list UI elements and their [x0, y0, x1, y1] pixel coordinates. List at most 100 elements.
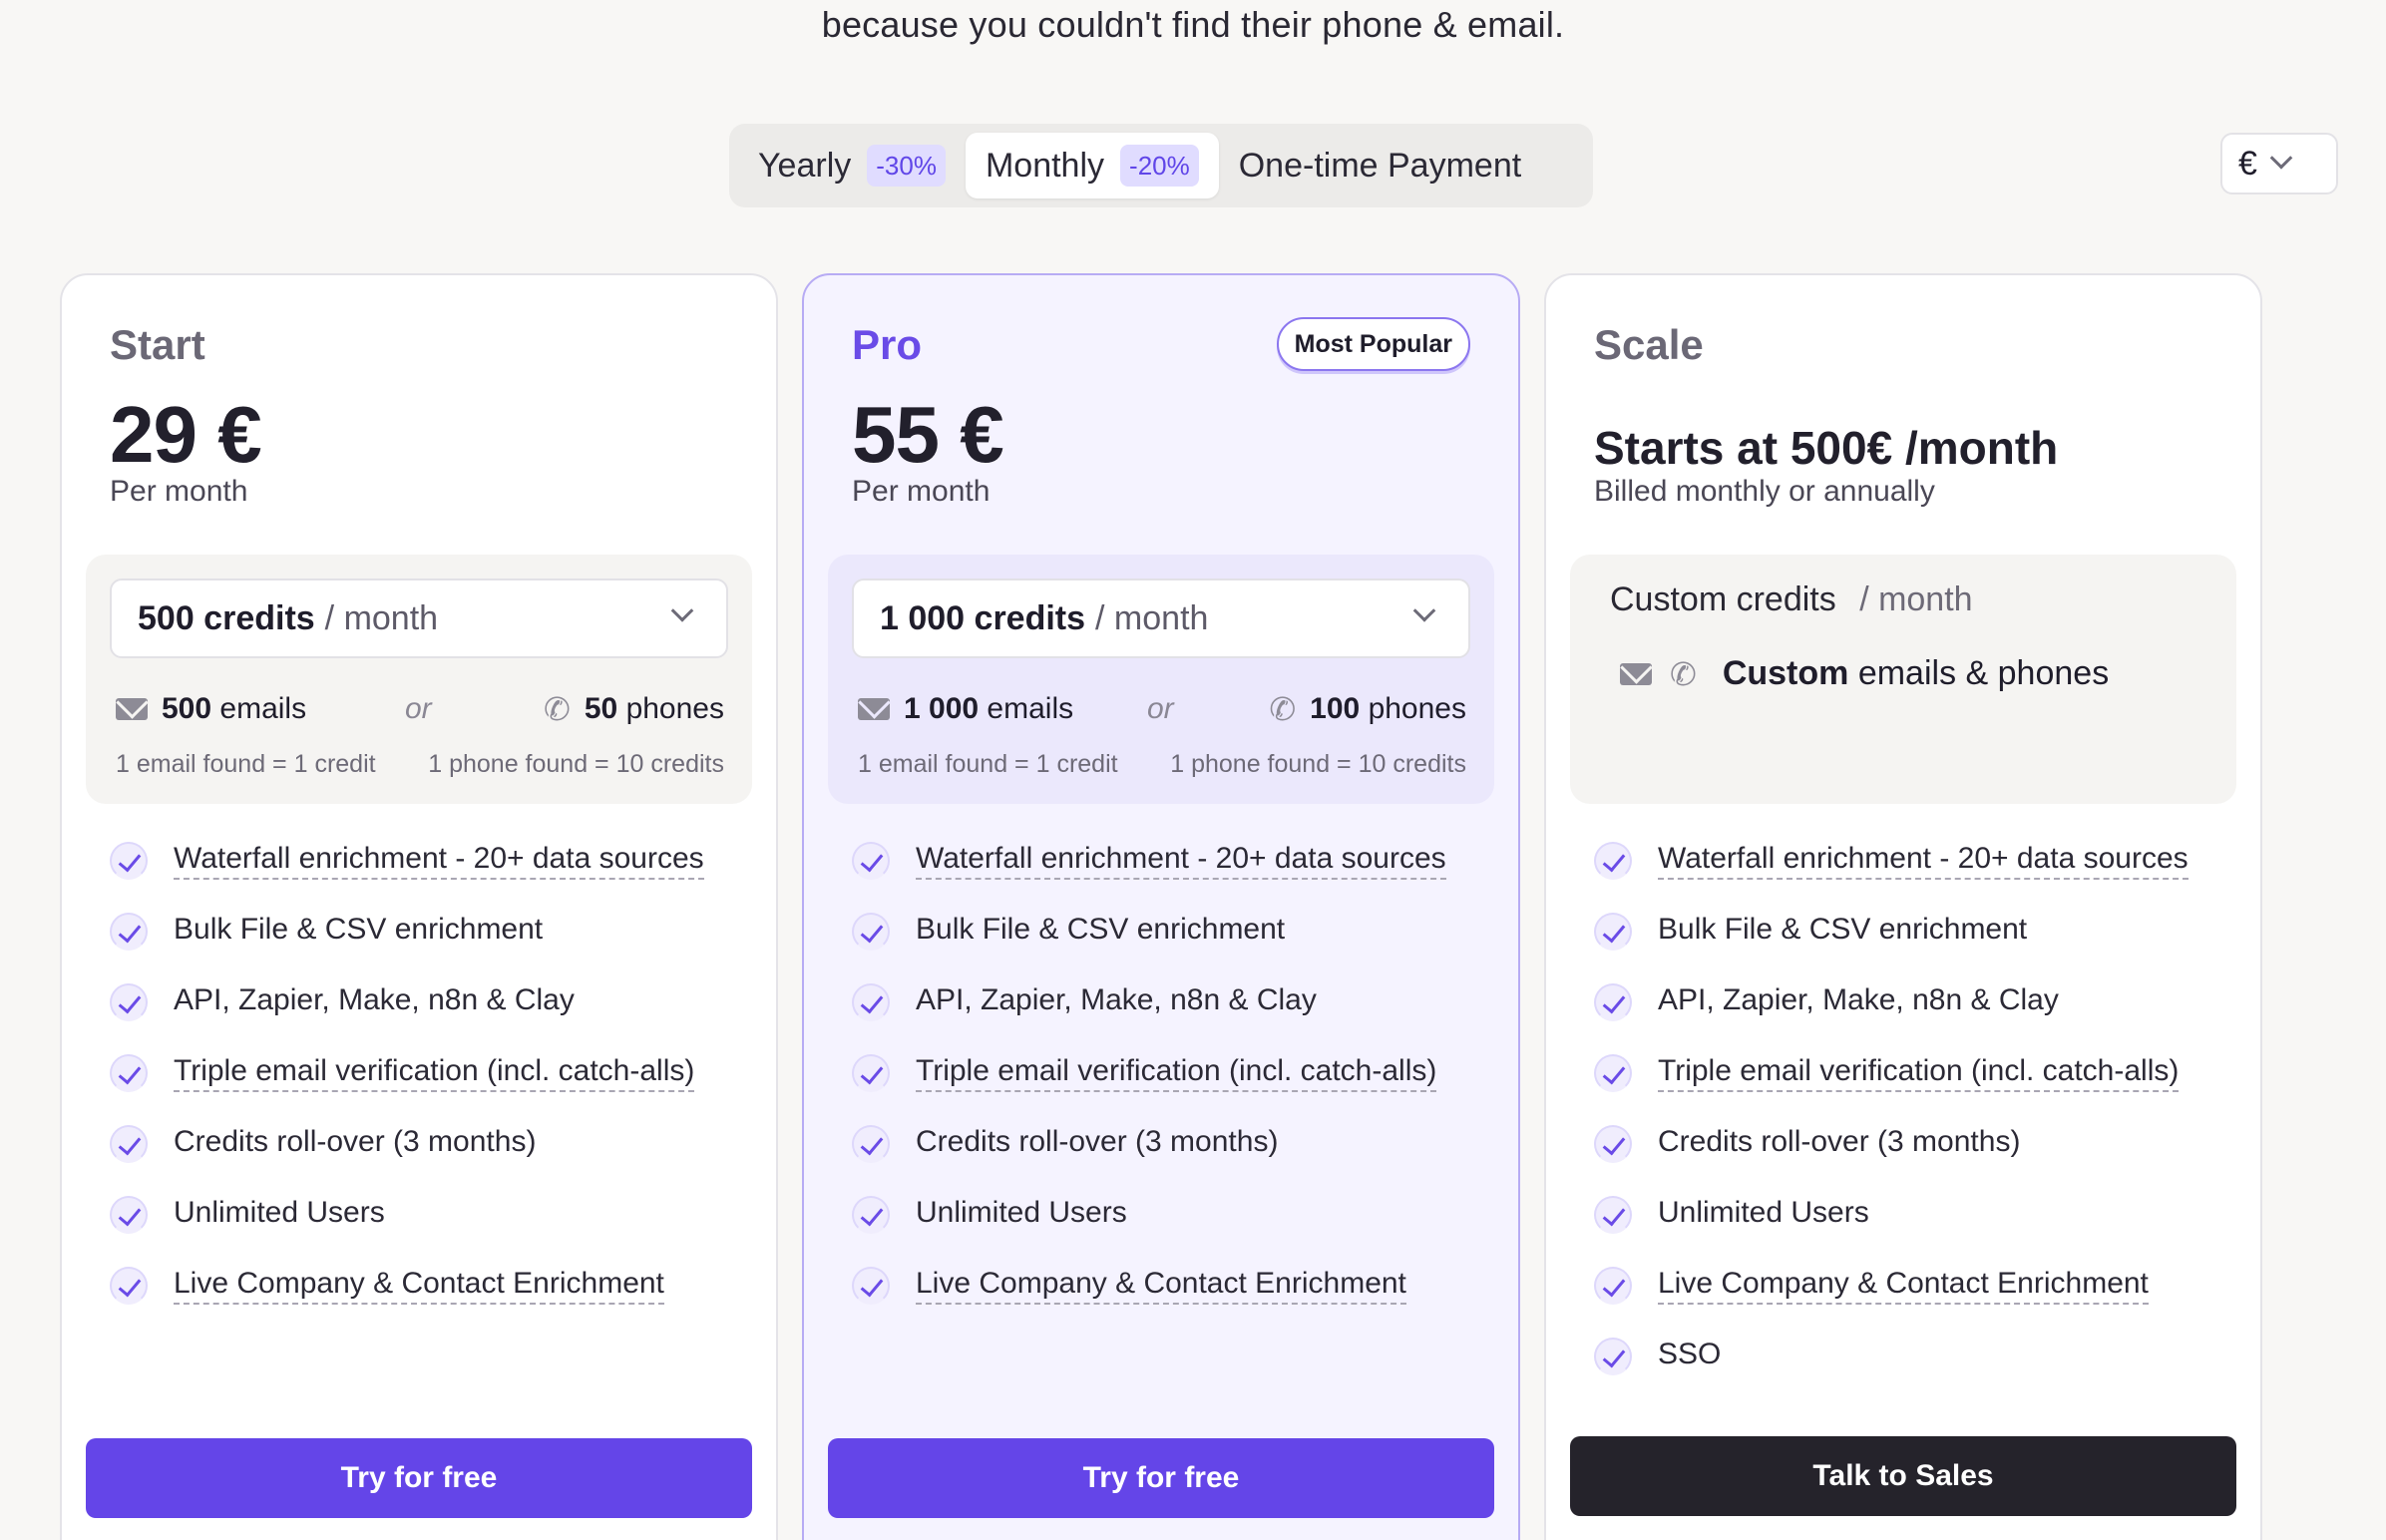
plan-period: Per month — [110, 475, 248, 508]
phone-icon: ✆ — [1670, 655, 1697, 692]
or-separator: or — [405, 692, 432, 725]
try-for-free-button[interactable]: Try for free — [828, 1438, 1494, 1518]
check-icon — [852, 1125, 890, 1163]
chevron-down-icon — [2269, 147, 2293, 170]
phones-label: phones — [1368, 692, 1466, 725]
phones-count: ✆ 100 phones — [1269, 692, 1466, 726]
feature-label: Unlimited Users — [916, 1196, 1127, 1229]
feature-label[interactable]: Triple email verification (incl. catch-a… — [1658, 1054, 2180, 1092]
mail-icon — [1620, 662, 1652, 685]
feature-item: Live Company & Contact Enrichment — [1594, 1267, 2188, 1338]
check-icon — [1594, 1054, 1632, 1092]
feature-item: Waterfall enrichment - 20+ data sources — [110, 842, 704, 913]
check-icon — [110, 1196, 148, 1234]
phones-count: ✆ 50 phones — [544, 692, 724, 726]
check-icon — [1594, 1338, 1632, 1375]
feature-item: Credits roll-over (3 months) — [1594, 1125, 2188, 1196]
feature-label[interactable]: Triple email verification (incl. catch-a… — [916, 1054, 1437, 1092]
feature-item: Waterfall enrichment - 20+ data sources — [852, 842, 1446, 913]
credits-breakdown: 500 emails or ✆ 50 phones — [116, 692, 724, 732]
feature-item: SSO — [1594, 1338, 2188, 1408]
billing-option-label: One-time Payment — [1238, 146, 1522, 185]
billing-option-monthly[interactable]: Monthly -20% — [965, 133, 1219, 198]
credits-select[interactable]: 1 000 credits / month — [852, 578, 1470, 658]
feature-label[interactable]: Live Company & Contact Enrichment — [174, 1267, 664, 1305]
phones-number: 100 — [1310, 692, 1361, 725]
plan-period: Billed monthly or annually — [1594, 475, 1935, 508]
billing-option-label: Yearly — [758, 146, 852, 185]
feature-label[interactable]: Live Company & Contact Enrichment — [1658, 1267, 2149, 1305]
check-icon — [852, 1054, 890, 1092]
billing-option-one-time[interactable]: One-time Payment — [1219, 133, 1541, 198]
feature-label[interactable]: Waterfall enrichment - 20+ data sources — [1658, 842, 2188, 880]
custom-emails-phones: ✆ Custom emails & phones — [1620, 654, 2109, 693]
check-icon — [1594, 1125, 1632, 1163]
check-icon — [110, 1054, 148, 1092]
credit-notes: 1 email found = 1 credit 1 phone found =… — [116, 750, 724, 779]
phone-credit-note: 1 phone found = 10 credits — [428, 750, 724, 778]
feature-label[interactable]: Live Company & Contact Enrichment — [916, 1267, 1406, 1305]
emails-number: 1 000 — [904, 692, 980, 725]
discount-badge: -20% — [1120, 145, 1199, 187]
feature-item: Bulk File & CSV enrichment — [852, 913, 1446, 983]
feature-item: Bulk File & CSV enrichment — [110, 913, 704, 983]
feature-item: Triple email verification (incl. catch-a… — [110, 1054, 704, 1125]
currency-select[interactable]: € — [2220, 133, 2338, 194]
feature-label[interactable]: Triple email verification (incl. catch-a… — [174, 1054, 695, 1092]
mail-icon — [858, 698, 890, 720]
plan-name: Scale — [1594, 321, 1704, 368]
credits-unit: / month — [1095, 598, 1209, 637]
check-icon — [110, 1267, 148, 1305]
feature-label: API, Zapier, Make, n8n & Clay — [1658, 983, 2059, 1016]
feature-item: API, Zapier, Make, n8n & Clay — [852, 983, 1446, 1054]
credits-box: 1 000 credits / month 1 000 emails or ✆ … — [828, 555, 1494, 804]
feature-item: Live Company & Contact Enrichment — [852, 1267, 1446, 1338]
plan-name: Start — [110, 321, 205, 368]
feature-label[interactable]: Waterfall enrichment - 20+ data sources — [174, 842, 704, 880]
feature-list: Waterfall enrichment - 20+ data sources … — [110, 842, 704, 1338]
mail-icon — [116, 698, 148, 720]
billing-option-yearly[interactable]: Yearly -30% — [738, 133, 966, 198]
plan-price: 55 € — [852, 390, 1004, 479]
feature-item: Unlimited Users — [1594, 1196, 2188, 1267]
credits-breakdown: 1 000 emails or ✆ 100 phones — [858, 692, 1466, 732]
credits-select[interactable]: 500 credits / month — [110, 578, 728, 658]
currency-value: € — [2238, 144, 2257, 183]
check-icon — [852, 913, 890, 951]
emails-label: emails — [987, 692, 1074, 725]
billing-toggle: Yearly -30% Monthly -20% One-time Paymen… — [729, 124, 1593, 207]
check-icon — [110, 842, 148, 880]
check-icon — [1594, 1267, 1632, 1305]
feature-label: Bulk File & CSV enrichment — [1658, 913, 2028, 946]
check-icon — [852, 983, 890, 1021]
custom-credits: Custom credits / month — [1610, 580, 1973, 619]
feature-item: Unlimited Users — [852, 1196, 1446, 1267]
try-for-free-button[interactable]: Try for free — [86, 1438, 752, 1518]
credits-amount: 1 000 credits — [880, 598, 1086, 637]
talk-to-sales-button[interactable]: Talk to Sales — [1570, 1436, 2236, 1516]
check-icon — [852, 1267, 890, 1305]
check-icon — [1594, 913, 1632, 951]
page-subtitle: because you couldn't find their phone & … — [821, 4, 1565, 45]
check-icon — [1594, 842, 1632, 880]
discount-badge: -30% — [867, 145, 946, 187]
feature-label: Unlimited Users — [1658, 1196, 1869, 1229]
phone-icon: ✆ — [544, 691, 571, 727]
feature-list: Waterfall enrichment - 20+ data sources … — [1594, 842, 2188, 1408]
feature-item: Triple email verification (incl. catch-a… — [852, 1054, 1446, 1125]
plan-period: Per month — [852, 475, 991, 508]
feature-label: SSO — [1658, 1338, 1722, 1370]
custom-label: Custom — [1722, 654, 1849, 692]
check-icon — [1594, 983, 1632, 1021]
credits-amount: Custom credits — [1610, 580, 1836, 618]
credits-box: 500 credits / month 500 emails or ✆ 50 p… — [86, 555, 752, 804]
check-icon — [852, 1196, 890, 1234]
billing-option-label: Monthly — [985, 146, 1105, 185]
custom-rest: emails & phones — [1857, 654, 2110, 692]
email-credit-note: 1 email found = 1 credit — [858, 750, 1118, 778]
feature-label[interactable]: Waterfall enrichment - 20+ data sources — [916, 842, 1446, 880]
plan-card-start: Start 29 € Per month 500 credits / month… — [60, 273, 778, 1540]
emails-count: 500 emails — [116, 692, 306, 726]
feature-item: Waterfall enrichment - 20+ data sources — [1594, 842, 2188, 913]
feature-item: Credits roll-over (3 months) — [852, 1125, 1446, 1196]
